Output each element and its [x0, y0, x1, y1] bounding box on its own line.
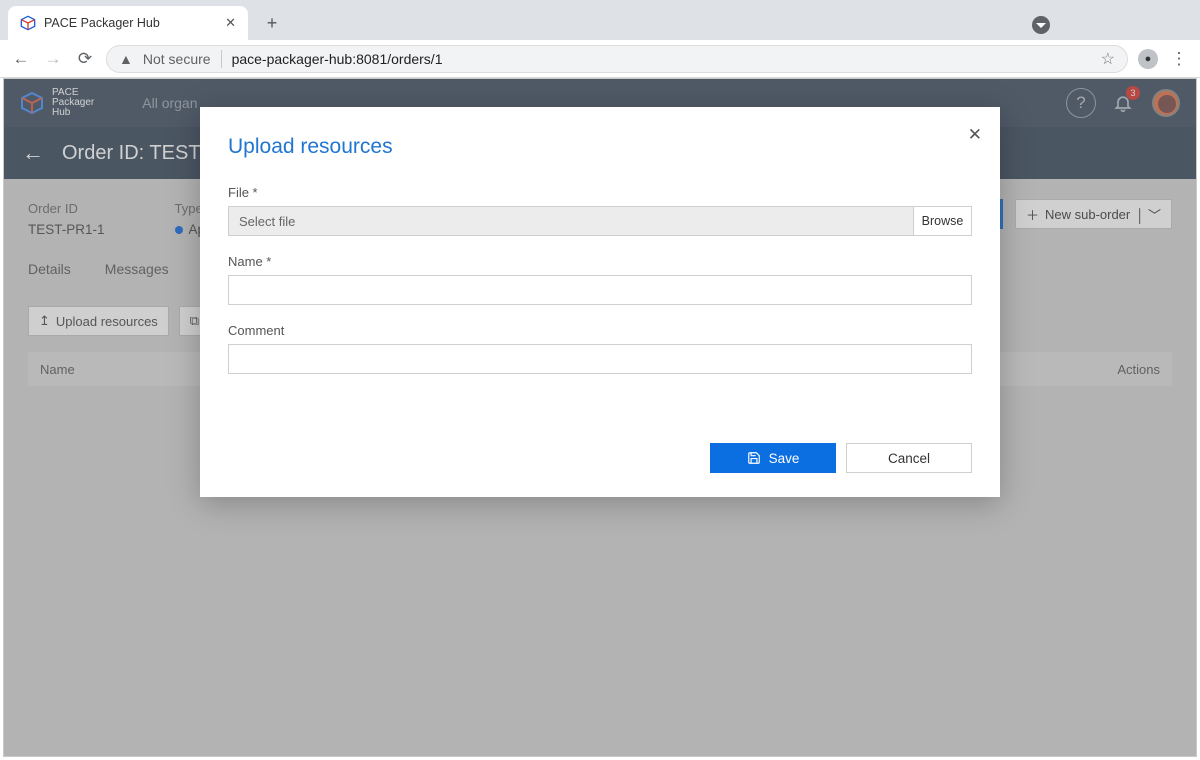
address-url: pace-packager-hub:8081/orders/1: [232, 51, 443, 67]
name-label: Name *: [228, 254, 972, 269]
comment-input[interactable]: [228, 344, 972, 374]
modal-actions: Save Cancel: [710, 443, 972, 473]
browser-tab-strip: PACE Packager Hub ✕ +: [0, 0, 1200, 40]
comment-label: Comment: [228, 323, 972, 338]
file-label: File *: [228, 185, 972, 200]
modal-overlay: ✕ Upload resources File * Select file Br…: [4, 79, 1196, 756]
save-button[interactable]: Save: [710, 443, 836, 473]
favicon-cube-icon: [20, 15, 36, 31]
reload-icon[interactable]: ⟳: [74, 49, 96, 69]
app-viewport: PACE Packager Hub All organ ? 3 ← Order …: [3, 78, 1197, 757]
modal-title: Upload resources: [228, 135, 972, 159]
cancel-button[interactable]: Cancel: [846, 443, 972, 473]
file-picker: Select file Browse: [228, 206, 972, 236]
upload-resources-modal: ✕ Upload resources File * Select file Br…: [200, 107, 1000, 497]
browser-toolbar: ← → ⟳ ▲ Not secure pace-packager-hub:808…: [0, 40, 1200, 78]
account-indicator-icon[interactable]: [1032, 16, 1050, 34]
close-icon[interactable]: ✕: [968, 125, 982, 145]
kebab-menu-icon[interactable]: ⋮: [1168, 49, 1190, 69]
file-input[interactable]: Select file: [228, 206, 914, 236]
browser-tab[interactable]: PACE Packager Hub ✕: [8, 6, 248, 40]
not-secure-icon: ▲: [119, 51, 133, 67]
browse-button[interactable]: Browse: [914, 206, 972, 236]
profile-icon[interactable]: ●: [1138, 49, 1158, 69]
address-bar[interactable]: ▲ Not secure pace-packager-hub:8081/orde…: [106, 45, 1128, 73]
address-separator: [221, 50, 222, 68]
close-tab-icon[interactable]: ✕: [225, 15, 236, 31]
security-label: Not secure: [143, 51, 211, 67]
tab-title: PACE Packager Hub: [44, 16, 160, 30]
save-icon: [747, 451, 761, 465]
name-input[interactable]: [228, 275, 972, 305]
forward-icon[interactable]: →: [42, 49, 64, 69]
bookmark-star-icon[interactable]: ☆: [1101, 49, 1115, 69]
new-tab-button[interactable]: +: [258, 9, 286, 37]
back-icon[interactable]: ←: [10, 49, 32, 69]
